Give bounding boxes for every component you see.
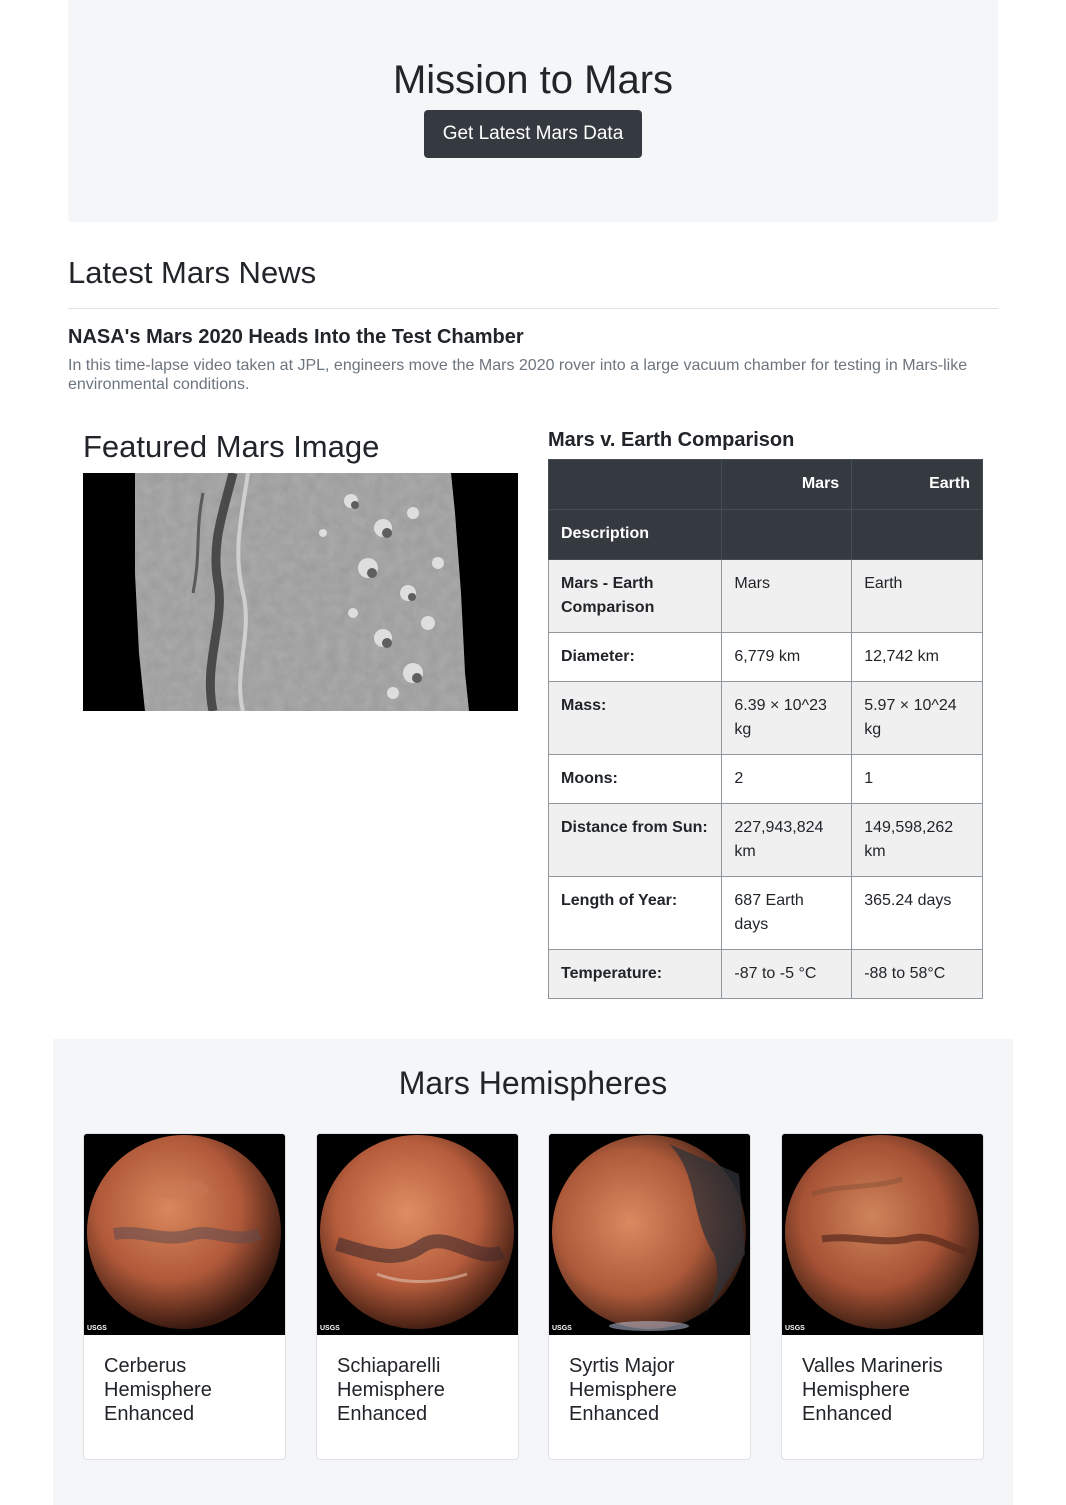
usgs-watermark: USGS xyxy=(785,1325,805,1332)
earth-value: Earth xyxy=(851,559,983,633)
row-label: Moons: xyxy=(547,754,723,804)
earth-value: 5.97 × 10^24 kg xyxy=(851,681,983,755)
table-index-row: Description xyxy=(547,509,983,560)
index-header-blank xyxy=(721,509,853,560)
table-row: Moons: 2 1 xyxy=(547,754,983,804)
hemisphere-image[interactable]: USGS xyxy=(84,1134,285,1335)
facts-heading: Mars v. Earth Comparison xyxy=(548,429,795,451)
table-row: Temperature: -87 to -5 °C -88 to 58°C xyxy=(547,949,983,999)
hemispheres-section: Mars Hemispheres USGS Cerberus Hemispher… xyxy=(53,1039,1013,1505)
mars-value: Mars xyxy=(721,559,853,633)
featured-mars-image[interactable] xyxy=(83,473,518,711)
row-label: Diameter: xyxy=(547,632,723,682)
earth-value: 149,598,262 km xyxy=(851,803,983,877)
hemisphere-card-syrtis-major[interactable]: USGS Syrtis Major Hemisphere Enhanced xyxy=(548,1133,751,1460)
earth-value: -88 to 58°C xyxy=(851,949,983,999)
news-divider xyxy=(68,308,998,309)
mars-value: 687 Earth days xyxy=(721,876,853,950)
featured-image-graphic xyxy=(83,473,518,711)
news-title: NASA's Mars 2020 Heads Into the Test Cha… xyxy=(68,326,524,348)
hemisphere-title: Cerberus Hemisphere Enhanced xyxy=(104,1355,212,1425)
mars-globe-graphic xyxy=(782,1134,983,1335)
table-row: Length of Year: 687 Earth days 365.24 da… xyxy=(547,876,983,950)
jumbotron: Mission to Mars Get Latest Mars Data xyxy=(68,0,998,222)
table-row: Mass: 6.39 × 10^23 kg 5.97 × 10^24 kg xyxy=(547,681,983,755)
earth-value: 1 xyxy=(851,754,983,804)
mars-value: 6.39 × 10^23 kg xyxy=(721,681,853,755)
earth-value: 12,742 km xyxy=(851,632,983,682)
table-header-blank xyxy=(547,459,723,510)
mars-value: 6,779 km xyxy=(721,632,853,682)
hemisphere-card-valles-marineris[interactable]: USGS Valles Marineris Hemisphere Enhance… xyxy=(781,1133,984,1460)
featured-image-heading: Featured Mars Image xyxy=(83,429,380,464)
usgs-watermark: USGS xyxy=(320,1325,340,1332)
hemisphere-title: Syrtis Major Hemisphere Enhanced xyxy=(569,1355,677,1425)
index-header-blank xyxy=(851,509,983,560)
row-label: Mars - Earth Comparison xyxy=(547,559,723,633)
mars-globe-graphic xyxy=(84,1134,285,1335)
table-row: Distance from Sun: 227,943,824 km 149,59… xyxy=(547,803,983,877)
usgs-watermark: USGS xyxy=(87,1325,107,1332)
hemisphere-title: Valles Marineris Hemisphere Enhanced xyxy=(802,1355,943,1425)
page-title: Mission to Mars xyxy=(392,58,674,102)
mars-value: 2 xyxy=(721,754,853,804)
hemisphere-image[interactable]: USGS xyxy=(782,1134,983,1335)
index-header-description: Description xyxy=(547,509,723,560)
column-header-earth: Earth xyxy=(851,459,983,510)
news-heading: Latest Mars News xyxy=(68,255,317,290)
hemisphere-title: Schiaparelli Hemisphere Enhanced xyxy=(337,1355,445,1425)
mars-globe-graphic xyxy=(317,1134,518,1335)
row-label: Mass: xyxy=(547,681,723,755)
hemisphere-card-schiaparelli[interactable]: USGS Schiaparelli Hemisphere Enhanced xyxy=(316,1133,519,1460)
hemisphere-image[interactable]: USGS xyxy=(317,1134,518,1335)
mars-value: -87 to -5 °C xyxy=(721,949,853,999)
row-label: Length of Year: xyxy=(547,876,723,950)
row-label: Temperature: xyxy=(547,949,723,999)
hemisphere-image[interactable]: USGS xyxy=(549,1134,750,1335)
hemispheres-heading: Mars Hemispheres xyxy=(398,1065,668,1101)
facts-table: Mars Earth Description Mars - Earth Comp… xyxy=(547,459,983,999)
get-latest-data-button[interactable]: Get Latest Mars Data xyxy=(424,110,642,158)
table-row: Mars - Earth Comparison Mars Earth xyxy=(547,559,983,633)
mars-globe-graphic xyxy=(549,1134,750,1335)
mars-value: 227,943,824 km xyxy=(721,803,853,877)
row-label: Distance from Sun: xyxy=(547,803,723,877)
column-header-mars: Mars xyxy=(721,459,853,510)
table-header-row: Mars Earth xyxy=(547,459,983,510)
news-teaser: In this time-lapse video taken at JPL, e… xyxy=(68,357,968,393)
earth-value: 365.24 days xyxy=(851,876,983,950)
table-row: Diameter: 6,779 km 12,742 km xyxy=(547,632,983,682)
hemisphere-card-cerberus[interactable]: USGS Cerberus Hemisphere Enhanced xyxy=(83,1133,286,1460)
usgs-watermark: USGS xyxy=(552,1325,572,1332)
